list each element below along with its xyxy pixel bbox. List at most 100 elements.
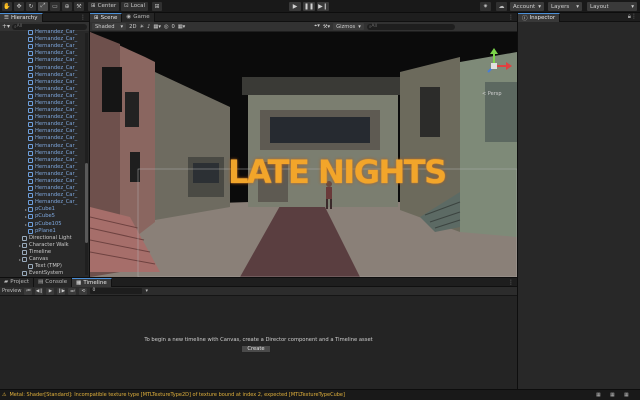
hierarchy-item[interactable]: Hernandez_Car_ — [0, 171, 89, 178]
hierarchy-item[interactable]: Hernandez_Car_ — [0, 135, 89, 142]
hierarchy-item[interactable]: Hernandez_Car_ — [0, 36, 89, 43]
hierarchy-item[interactable]: pPlane1 — [0, 228, 89, 235]
hand-tool-icon[interactable]: ✋ — [2, 1, 12, 11]
goto-start-button[interactable]: ⏮ — [24, 287, 33, 295]
loop-button[interactable]: ⟲ — [79, 287, 88, 295]
hierarchy-item[interactable]: Hernandez_Car_ — [0, 199, 89, 206]
hierarchy-item[interactable]: Hernandez_Car_ — [0, 121, 89, 128]
hierarchy-item[interactable]: Hernandez_Car_ — [0, 164, 89, 171]
chevron-down-icon: ▾ — [538, 3, 541, 10]
collab-icon[interactable]: ✷ — [480, 2, 491, 11]
hierarchy-item[interactable]: Hernandez_Car_ — [0, 192, 89, 199]
hierarchy-item[interactable]: Directional Light — [0, 235, 89, 242]
hierarchy-item[interactable]: Hernandez_Car_ — [0, 128, 89, 135]
scene-viewport[interactable]: < Persp LATE NIGHTS — [90, 32, 517, 277]
hidden-objects-icon[interactable]: ◎ — [164, 24, 169, 30]
add-icon[interactable]: +▾ — [2, 23, 10, 30]
status-bar[interactable]: ⚠ Metal: Shader[Standard]: Incompatible … — [0, 389, 640, 400]
more-options-icon[interactable]: ⋮ — [508, 14, 514, 21]
hierarchy-item[interactable]: Hernandez_Car_ — [0, 157, 89, 164]
tab-hierarchy[interactable]: ☰ Hierarchy — [0, 13, 43, 22]
hierarchy-item[interactable]: ▸ pCube105 — [0, 221, 89, 228]
scale-tool-icon[interactable]: ⤢ — [38, 1, 48, 11]
hierarchy-item[interactable]: ▸ Character Walk — [0, 242, 89, 249]
play-timeline-button[interactable]: ▶ — [46, 287, 55, 295]
hierarchy-item[interactable]: Hernandez_Car_ — [0, 79, 89, 86]
rect-tool-icon[interactable]: ▭ — [50, 1, 60, 11]
shading-mode-dropdown[interactable]: Shaded ▾ — [92, 23, 127, 30]
transform-tool-icon[interactable]: ⊕ — [62, 1, 72, 11]
move-tool-icon[interactable]: ✥ — [14, 1, 24, 11]
hierarchy-item-label: Hernandez_Car_ — [35, 43, 78, 50]
play-button[interactable]: ▶ — [289, 2, 301, 11]
hierarchy-item[interactable]: Hernandez_Car_ — [0, 29, 89, 36]
preview-toggle[interactable]: Preview — [2, 288, 21, 294]
hierarchy-item[interactable]: Hernandez_Car_ — [0, 50, 89, 57]
camera-icon[interactable]: ⌖▾ — [314, 23, 320, 30]
debug-icon[interactable]: ▦ — [624, 392, 629, 398]
rotate-tool-icon[interactable]: ↻ — [26, 1, 36, 11]
cache-icon[interactable]: ▦ — [610, 392, 615, 398]
progress-icon[interactable]: ▦ — [596, 392, 601, 398]
tab-game[interactable]: ◉ Game — [122, 12, 155, 22]
hierarchy-item[interactable]: ▸ Canvas — [0, 256, 89, 263]
tab-scene[interactable]: ⊞ Scene — [90, 12, 123, 22]
step-button[interactable]: ▶❙ — [317, 2, 329, 11]
hierarchy-item[interactable]: Text (TMP) — [0, 263, 89, 270]
hierarchy-item[interactable]: Hernandez_Car_ — [0, 100, 89, 107]
hierarchy-item[interactable]: Hernandez_Car_ — [0, 107, 89, 114]
hierarchy-item[interactable]: Hernandez_Car_ — [0, 178, 89, 185]
chevron-down-icon[interactable]: ▾ — [145, 288, 148, 294]
custom-tool-icon[interactable]: ⚒ — [74, 1, 84, 11]
tab-inspector[interactable]: ⓘ Inspector — [518, 12, 561, 22]
grid-snap-icon[interactable]: ⊞ — [152, 1, 162, 11]
goto-end-button[interactable]: ⏭ — [68, 287, 77, 295]
hierarchy-item[interactable]: Timeline — [0, 249, 89, 256]
lock-icon[interactable]: 🔒︎⋮ — [628, 13, 637, 21]
hierarchy-item[interactable]: Hernandez_Car_ — [0, 114, 89, 121]
hierarchy-item[interactable]: Hernandez_Car_ — [0, 185, 89, 192]
next-frame-button[interactable]: ❙▶ — [57, 287, 66, 295]
hierarchy-item[interactable]: Hernandez_Car_ — [0, 72, 89, 79]
space-toggle[interactable]: ⊡ Local — [121, 1, 148, 11]
hierarchy-item[interactable]: EventSystem — [0, 270, 89, 277]
scrollbar-thumb[interactable] — [85, 163, 88, 243]
scene-search-input[interactable]: ⌕ All — [366, 23, 455, 30]
lock-icon[interactable]: ⋮ — [508, 279, 514, 286]
pause-button[interactable]: ❚❚ — [303, 2, 315, 11]
2d-toggle[interactable]: 2D — [129, 24, 136, 30]
hierarchy-scrollbar[interactable] — [85, 33, 88, 275]
hierarchy-item[interactable]: ▸ pCube1 — [0, 206, 89, 213]
persp-label[interactable]: < Persp — [482, 91, 502, 97]
prev-frame-button[interactable]: ◀❙ — [35, 287, 44, 295]
hierarchy-item[interactable]: Hernandez_Car_ — [0, 43, 89, 50]
window — [125, 92, 139, 127]
cloud-icon[interactable]: ☁ — [496, 2, 507, 11]
audio-icon[interactable]: ♪ — [147, 24, 150, 30]
tab-project[interactable]: ▰ Project — [0, 277, 35, 287]
hierarchy-item[interactable]: Hernandez_Car_ — [0, 143, 89, 150]
gizmos-dropdown[interactable]: Gizmos ▾ — [333, 23, 364, 30]
hierarchy-item[interactable]: Hernandez_Car_ — [0, 86, 89, 93]
grid-icon[interactable]: ▦▾ — [178, 24, 186, 30]
account-dropdown[interactable]: Account ▾ — [510, 2, 544, 11]
tab-timeline[interactable]: ▦ Timeline — [72, 277, 112, 287]
gameobject-icon — [22, 242, 27, 248]
effects-icon[interactable]: ▦▾ — [153, 24, 161, 30]
hierarchy-item[interactable]: Hernandez_Car_ — [0, 64, 89, 71]
hierarchy-item[interactable]: Hernandez_Car_ — [0, 57, 89, 64]
light-icon[interactable]: ☀ — [139, 24, 144, 30]
gameobject-icon — [28, 58, 33, 64]
tab-console[interactable]: ▤ Console — [34, 277, 73, 287]
layout-dropdown[interactable]: Layout ▾ — [587, 2, 637, 11]
frame-field[interactable]: 0 — [90, 288, 143, 294]
tools-icon[interactable]: ⚒▾ — [323, 24, 330, 30]
create-button[interactable]: Create — [241, 345, 271, 353]
hierarchy-item-label: Hernandez_Car_ — [35, 29, 78, 36]
hierarchy-item[interactable]: ▸ pCube5 — [0, 213, 89, 220]
pivot-toggle[interactable]: ⊞ Center — [88, 1, 120, 11]
hierarchy-item[interactable]: Hernandez_Car_ — [0, 93, 89, 100]
more-options-icon[interactable]: ⋮ — [80, 14, 86, 21]
hierarchy-item[interactable]: Hernandez_Car_ — [0, 150, 89, 157]
layers-dropdown[interactable]: Layers ▾ — [548, 2, 582, 11]
